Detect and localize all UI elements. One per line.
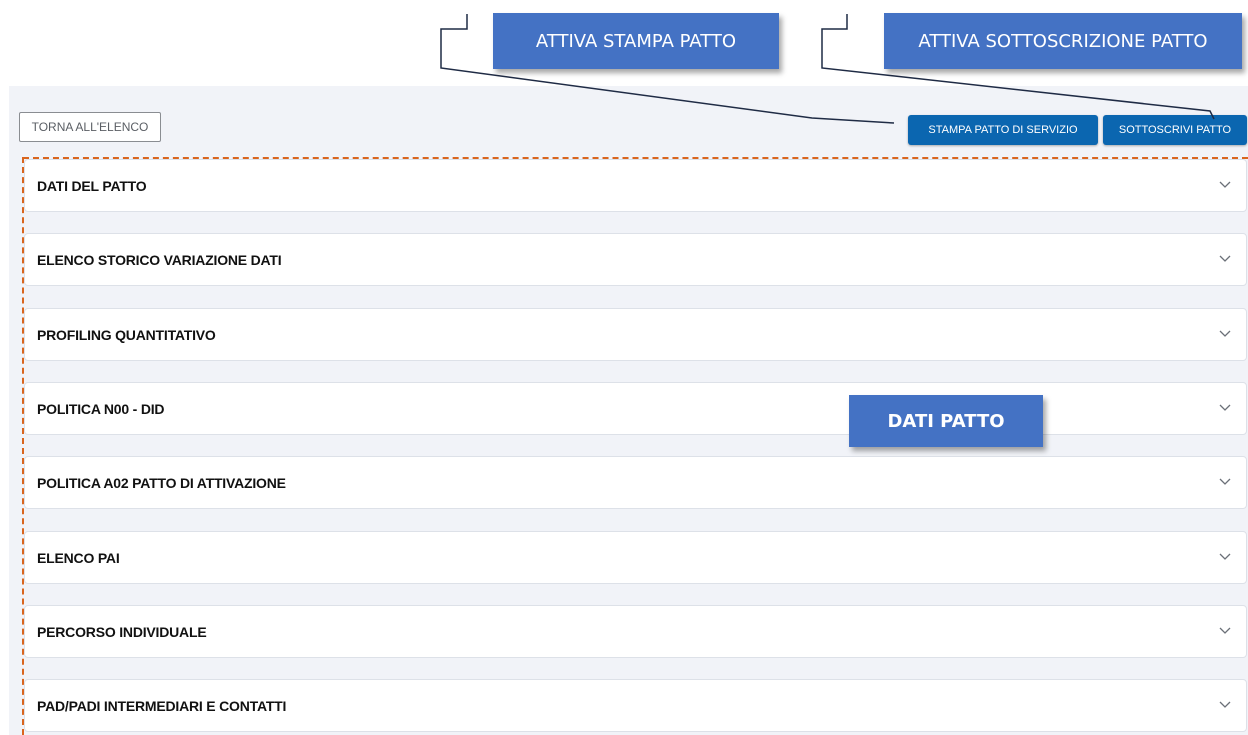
sign-pact-button[interactable]: SOTTOSCRIVI PATTO — [1103, 115, 1247, 145]
section-title: POLITICA A02 PATTO DI ATTIVAZIONE — [37, 474, 286, 491]
callout-label: ATTIVA STAMPA PATTO — [535, 30, 737, 52]
section-percorso-individuale[interactable]: PERCORSO INDIVIDUALE — [24, 605, 1247, 658]
chevron-down-icon — [1219, 255, 1231, 262]
callout-label: DATI PATTO — [887, 410, 1005, 432]
callout-attiva-stampa: ATTIVA STAMPA PATTO — [493, 13, 779, 69]
print-service-pact-button[interactable]: STAMPA PATTO DI SERVIZIO — [908, 115, 1098, 145]
section-title: PERCORSO INDIVIDUALE — [37, 623, 207, 640]
section-title: POLITICA N00 - DID — [37, 400, 165, 417]
section-elenco-storico[interactable]: ELENCO STORICO VARIAZIONE DATI — [24, 233, 1247, 286]
chevron-down-icon — [1219, 478, 1231, 485]
patto-detail-panel: TORNA ALL'ELENCO STAMPA PATTO DI SERVIZI… — [9, 86, 1248, 735]
section-dati-del-patto[interactable]: DATI DEL PATTO — [24, 159, 1247, 212]
section-politica-a02[interactable]: POLITICA A02 PATTO DI ATTIVAZIONE — [24, 456, 1247, 509]
section-politica-n00[interactable]: POLITICA N00 - DID — [24, 382, 1247, 435]
section-title: PROFILING QUANTITATIVO — [37, 326, 216, 343]
section-profiling-quantitativo[interactable]: PROFILING QUANTITATIVO — [24, 308, 1247, 361]
chevron-down-icon — [1219, 330, 1231, 337]
chevron-down-icon — [1219, 181, 1231, 188]
chevron-down-icon — [1219, 553, 1231, 560]
section-title: PAD/PADI INTERMEDIARI E CONTATTI — [37, 697, 287, 714]
back-to-list-button[interactable]: TORNA ALL'ELENCO — [19, 112, 161, 142]
callout-dati-patto: DATI PATTO — [849, 395, 1043, 447]
chevron-down-icon — [1219, 627, 1231, 634]
section-pad-padi[interactable]: PAD/PADI INTERMEDIARI E CONTATTI — [24, 679, 1247, 732]
chevron-down-icon — [1219, 701, 1231, 708]
section-title: DATI DEL PATTO — [37, 177, 147, 194]
chevron-down-icon — [1219, 404, 1231, 411]
callout-attiva-sottoscrizione: ATTIVA SOTTOSCRIZIONE PATTO — [884, 13, 1242, 69]
section-title: ELENCO STORICO VARIAZIONE DATI — [37, 251, 282, 268]
section-elenco-pai[interactable]: ELENCO PAI — [24, 531, 1247, 584]
section-title: ELENCO PAI — [37, 549, 120, 566]
callout-label: ATTIVA SOTTOSCRIZIONE PATTO — [918, 30, 1208, 52]
